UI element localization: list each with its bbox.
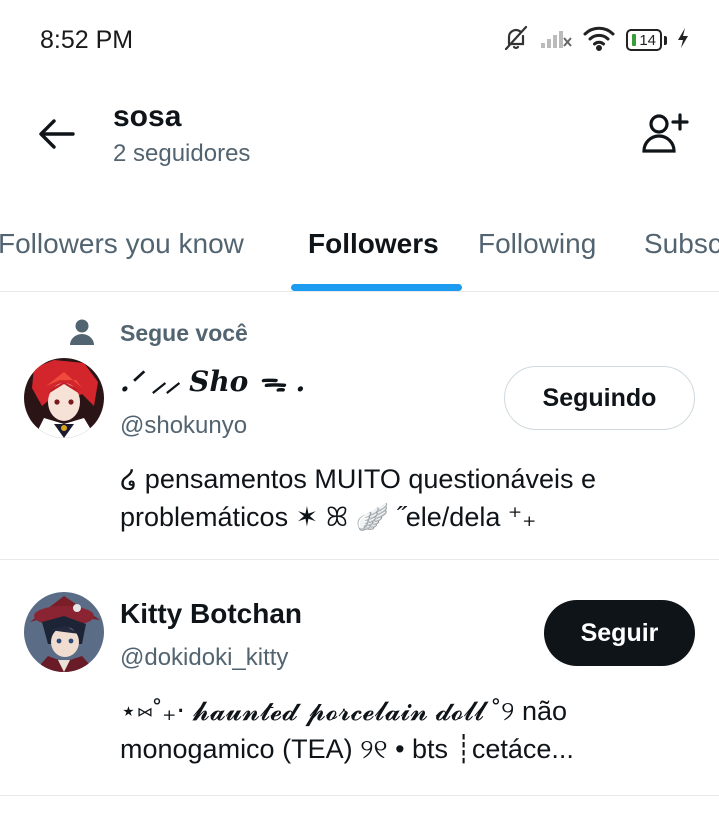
tab-following[interactable]: Following [478, 228, 596, 260]
follow-button[interactable]: Seguir [544, 600, 695, 666]
wifi-icon [582, 25, 616, 56]
list-item[interactable]: Segue você .ᐟ ⸝⸝ Sho ᯓ . @shokunyo Segui… [0, 292, 719, 560]
follows-you-context: Segue você [66, 316, 248, 348]
status-time: 8:52 PM [40, 26, 134, 54]
tab-bar: Followers you know Followers Following S… [0, 210, 719, 292]
follows-you-label: Segue você [120, 320, 248, 346]
bio-line: ໒ pensamentos MUITO questionáveis e [120, 464, 597, 494]
bio-line: problemáticos ✶ ꕤ 🪽 ˝ele/dela ⁺₊ [120, 502, 537, 532]
person-icon [66, 316, 98, 348]
avatar[interactable] [24, 358, 104, 438]
status-icons: 14 [502, 24, 689, 56]
add-user-button[interactable] [639, 108, 691, 158]
tab-followers-you-know[interactable]: Followers you know [0, 228, 244, 260]
status-bar: 8:52 PM 14 [0, 0, 719, 80]
follower-count: 2 seguidores [113, 140, 251, 167]
display-name[interactable]: .ᐟ ⸝⸝ Sho ᯓ . [120, 362, 305, 400]
bio-line: ⋆⑅˚₊‧ 𝓱𝓪𝓾𝓷𝓽𝓮𝓭 𝓹𝓸𝓻𝓬𝓮𝓵𝓪𝓲𝓷 𝓭𝓸𝓵𝓵 ˚୨ não [120, 696, 567, 726]
signal-off-icon [540, 26, 573, 55]
user-bio: ໒ pensamentos MUITO questionáveis e prob… [120, 460, 690, 536]
back-button[interactable] [32, 112, 82, 156]
list-item[interactable]: Kitty Botchan @dokidoki_kitty Seguir ⋆⑅˚… [0, 560, 719, 796]
profile-header: sosa 2 seguidores [0, 90, 719, 200]
battery-icon: 14 [626, 29, 667, 51]
following-button[interactable]: Seguindo [504, 366, 695, 430]
active-tab-indicator [291, 284, 462, 291]
user-bio: ⋆⑅˚₊‧ 𝓱𝓪𝓾𝓷𝓽𝓮𝓭 𝓹𝓸𝓻𝓬𝓮𝓵𝓪𝓲𝓷 𝓭𝓸𝓵𝓵 ˚୨ não mono… [120, 692, 690, 768]
bio-line: monogamico (TEA) ୨୧ • bts ┊cetáce... [120, 734, 574, 764]
battery-level: 14 [639, 31, 656, 49]
bell-off-icon [502, 24, 530, 57]
page-title: sosa [113, 100, 182, 133]
tab-subscriptions[interactable]: Subscriptions [644, 228, 719, 260]
arrow-left-icon [39, 119, 75, 149]
user-handle[interactable]: @dokidoki_kitty [120, 644, 288, 672]
avatar[interactable] [24, 592, 104, 672]
charging-icon [677, 27, 689, 54]
add-user-icon [642, 113, 689, 153]
display-name[interactable]: Kitty Botchan [120, 598, 302, 630]
user-handle[interactable]: @shokunyo [120, 412, 247, 440]
tab-followers[interactable]: Followers [308, 228, 439, 260]
